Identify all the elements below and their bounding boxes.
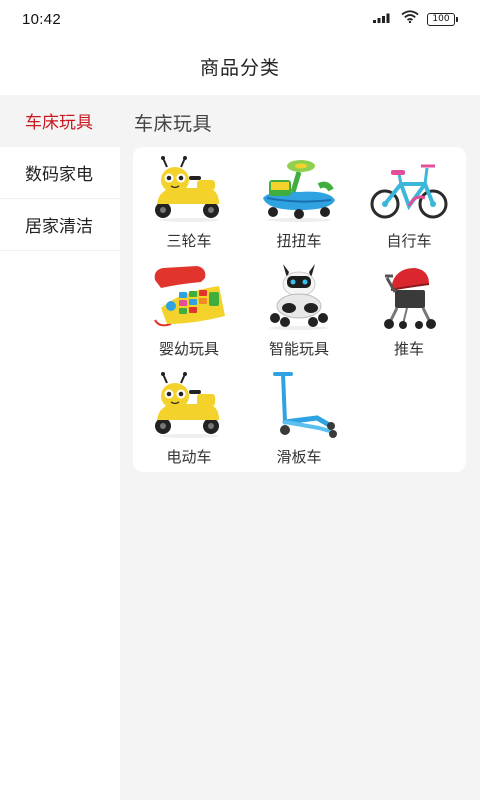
- status-time: 10:42: [22, 10, 62, 28]
- product-bicycle[interactable]: 自行车: [359, 150, 459, 258]
- electric-car-icon: [155, 372, 219, 438]
- product-grid-card: 三轮车 扭扭车 自行车 婴幼玩具 智能玩具 推车 电动车 滑板车: [133, 147, 466, 472]
- product-label: 滑板车: [276, 449, 322, 466]
- sidebar-item-home-cleaning[interactable]: 居家清洁: [0, 199, 120, 251]
- page-header: 商品分类: [0, 38, 480, 95]
- page-title: 商品分类: [199, 58, 280, 79]
- product-baby-toys[interactable]: 婴幼玩具: [139, 258, 239, 366]
- category-content: 车床玩具 三轮车 扭扭车 自行车 婴幼玩具 智能玩具 推车 电动车 滑板车: [120, 95, 480, 800]
- product-tricycle[interactable]: 三轮车: [139, 150, 239, 258]
- category-sidebar: 车床玩具 数码家电 居家清洁: [0, 95, 120, 800]
- section-title: 车床玩具: [134, 114, 213, 135]
- robot-dog-icon: [269, 264, 329, 330]
- battery-icon: 100: [427, 12, 458, 26]
- status-bar: 10:42 100: [0, 0, 480, 38]
- product-label: 推车: [393, 341, 424, 358]
- bicycle-icon: [370, 164, 448, 219]
- sidebar-item-digital-appliances[interactable]: 数码家电: [0, 147, 120, 199]
- tricycle-icon: [155, 156, 219, 222]
- product-label: 自行车: [386, 233, 432, 250]
- product-label: 三轮车: [166, 233, 212, 250]
- battery-level: 100: [427, 12, 455, 26]
- product-swing-car[interactable]: 扭扭车: [249, 150, 349, 258]
- product-stroller[interactable]: 推车: [359, 258, 459, 366]
- signal-icon: [373, 10, 393, 28]
- product-label: 智能玩具: [268, 341, 329, 358]
- stroller-icon: [384, 268, 436, 329]
- sidebar-item-vehicle-toys[interactable]: 车床玩具: [0, 95, 120, 147]
- status-icons: 100: [373, 10, 458, 28]
- product-electric-car[interactable]: 电动车: [139, 366, 239, 474]
- product-smart-toys[interactable]: 智能玩具: [249, 258, 349, 366]
- swing-car-icon: [263, 160, 335, 222]
- toy-phone-icon: [154, 266, 225, 327]
- product-label: 扭扭车: [276, 233, 322, 250]
- product-label: 电动车: [166, 449, 212, 466]
- wifi-icon: [401, 10, 419, 28]
- product-label: 婴幼玩具: [158, 341, 219, 358]
- product-scooter[interactable]: 滑板车: [249, 366, 349, 474]
- scooter-icon: [273, 372, 337, 438]
